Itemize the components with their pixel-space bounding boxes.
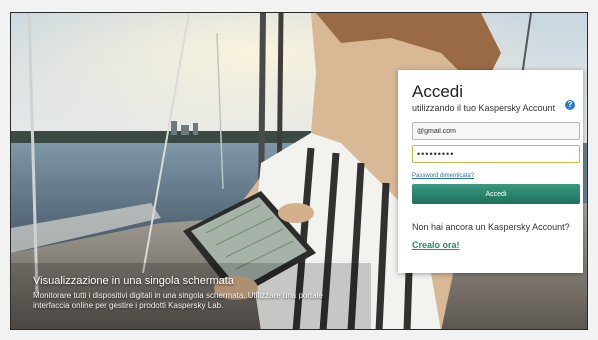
login-subtitle-text: utilizzando il tuo Kaspersky Account	[412, 103, 556, 113]
login-title: Accedi	[412, 82, 464, 101]
login-subtitle: utilizzando il tuo Kaspersky Account ?	[412, 100, 575, 114]
caption-title: Visualizzazione in una singola schermata	[33, 275, 234, 287]
caption-body: Monitorare tutti i dispositivi digitali …	[33, 291, 323, 310]
no-account-text: Non hai ancora un Kaspersky Account?	[412, 222, 570, 232]
password-field[interactable]	[412, 145, 580, 163]
create-account-link[interactable]: Crealo ora!	[412, 240, 573, 250]
forgot-password-link[interactable]: Password dimenticata?	[412, 172, 573, 180]
login-card: Accedi utilizzando il tuo Kaspersky Acco…	[398, 70, 583, 273]
email-field[interactable]	[412, 122, 580, 140]
help-icon[interactable]: ?	[565, 100, 575, 110]
login-button[interactable]: Accedi	[412, 184, 580, 204]
feature-caption: Visualizzazione in una singola schermata…	[33, 275, 353, 311]
